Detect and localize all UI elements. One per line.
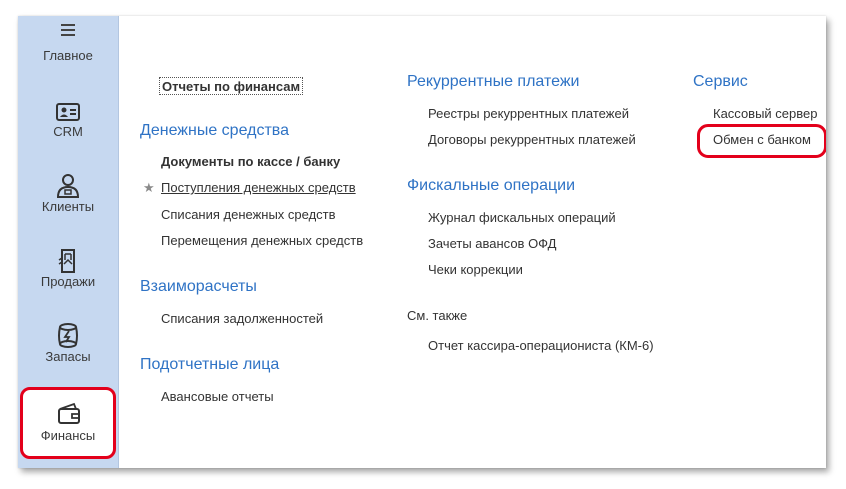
sidebar-item-sales[interactable]: Продажи (18, 242, 118, 312)
link-km6-report[interactable]: Отчет кассира-операциониста (КМ-6) (428, 338, 654, 353)
section-title-settlements: Взаиморасчеты (140, 278, 257, 295)
favorite-star-icon[interactable]: ★ (143, 180, 155, 196)
sidebar-item-label: Главное (43, 48, 93, 63)
person-icon (56, 174, 80, 198)
section-title-service: Сервис (693, 73, 748, 90)
sidebar: Главное CRM Клиенты Продажи Запасы Финан… (18, 16, 119, 468)
link-correction-receipts[interactable]: Чеки коррекции (428, 262, 523, 277)
link-bank-exchange[interactable]: Обмен с банком (713, 132, 811, 147)
sidebar-item-label: Запасы (45, 349, 91, 364)
sidebar-item-stock[interactable]: Запасы (18, 317, 118, 387)
sidebar-item-label: Финансы (40, 428, 96, 443)
link-cash-writeoffs[interactable]: Списания денежных средств (161, 207, 336, 222)
contact-card-icon (56, 103, 80, 121)
link-advance-reports[interactable]: Авансовые отчеты (161, 389, 274, 404)
wallet-icon (58, 402, 80, 424)
hamburger-menu-icon (61, 24, 75, 36)
link-recurring-contracts[interactable]: Договоры рекуррентных платежей (428, 132, 636, 147)
link-cash-server[interactable]: Кассовый сервер (713, 106, 817, 121)
finance-reports-link[interactable]: Отчеты по финансам (159, 77, 304, 95)
section-title-fiscal: Фискальные операции (407, 177, 575, 194)
sidebar-item-crm[interactable]: CRM (18, 92, 118, 162)
link-cash-bank-documents[interactable]: Документы по кассе / банку (161, 154, 340, 169)
section-title-cash: Денежные средства (140, 122, 289, 139)
sidebar-item-label: Клиенты (41, 199, 95, 214)
link-cash-transfers[interactable]: Перемещения денежных средств (161, 233, 363, 248)
link-ofd-advances[interactable]: Зачеты авансов ОФД (428, 236, 556, 251)
link-debt-writeoffs[interactable]: Списания задолженностей (161, 311, 323, 326)
section-title-accountable: Подотчетные лица (140, 356, 280, 373)
sidebar-item-finance[interactable]: Финансы (20, 387, 116, 459)
link-cash-receipts[interactable]: Поступления денежных средств (161, 180, 356, 195)
sidebar-item-label: CRM (53, 124, 83, 139)
sidebar-item-label: Продажи (40, 274, 96, 289)
app-window: Главное CRM Клиенты Продажи Запасы Финан… (18, 16, 826, 468)
sidebar-item-clients[interactable]: Клиенты (18, 167, 118, 237)
see-also-label: См. также (407, 308, 468, 323)
link-recurring-registers[interactable]: Реестры рекуррентных платежей (428, 106, 629, 121)
section-title-recurring: Рекуррентные платежи (407, 73, 580, 90)
sidebar-item-main[interactable]: Главное (18, 16, 118, 86)
pos-terminal-icon (58, 249, 75, 273)
main-content: Отчеты по финансам Денежные средства Док… (119, 16, 826, 468)
barrel-icon (58, 323, 78, 348)
link-fiscal-journal[interactable]: Журнал фискальных операций (428, 210, 616, 225)
